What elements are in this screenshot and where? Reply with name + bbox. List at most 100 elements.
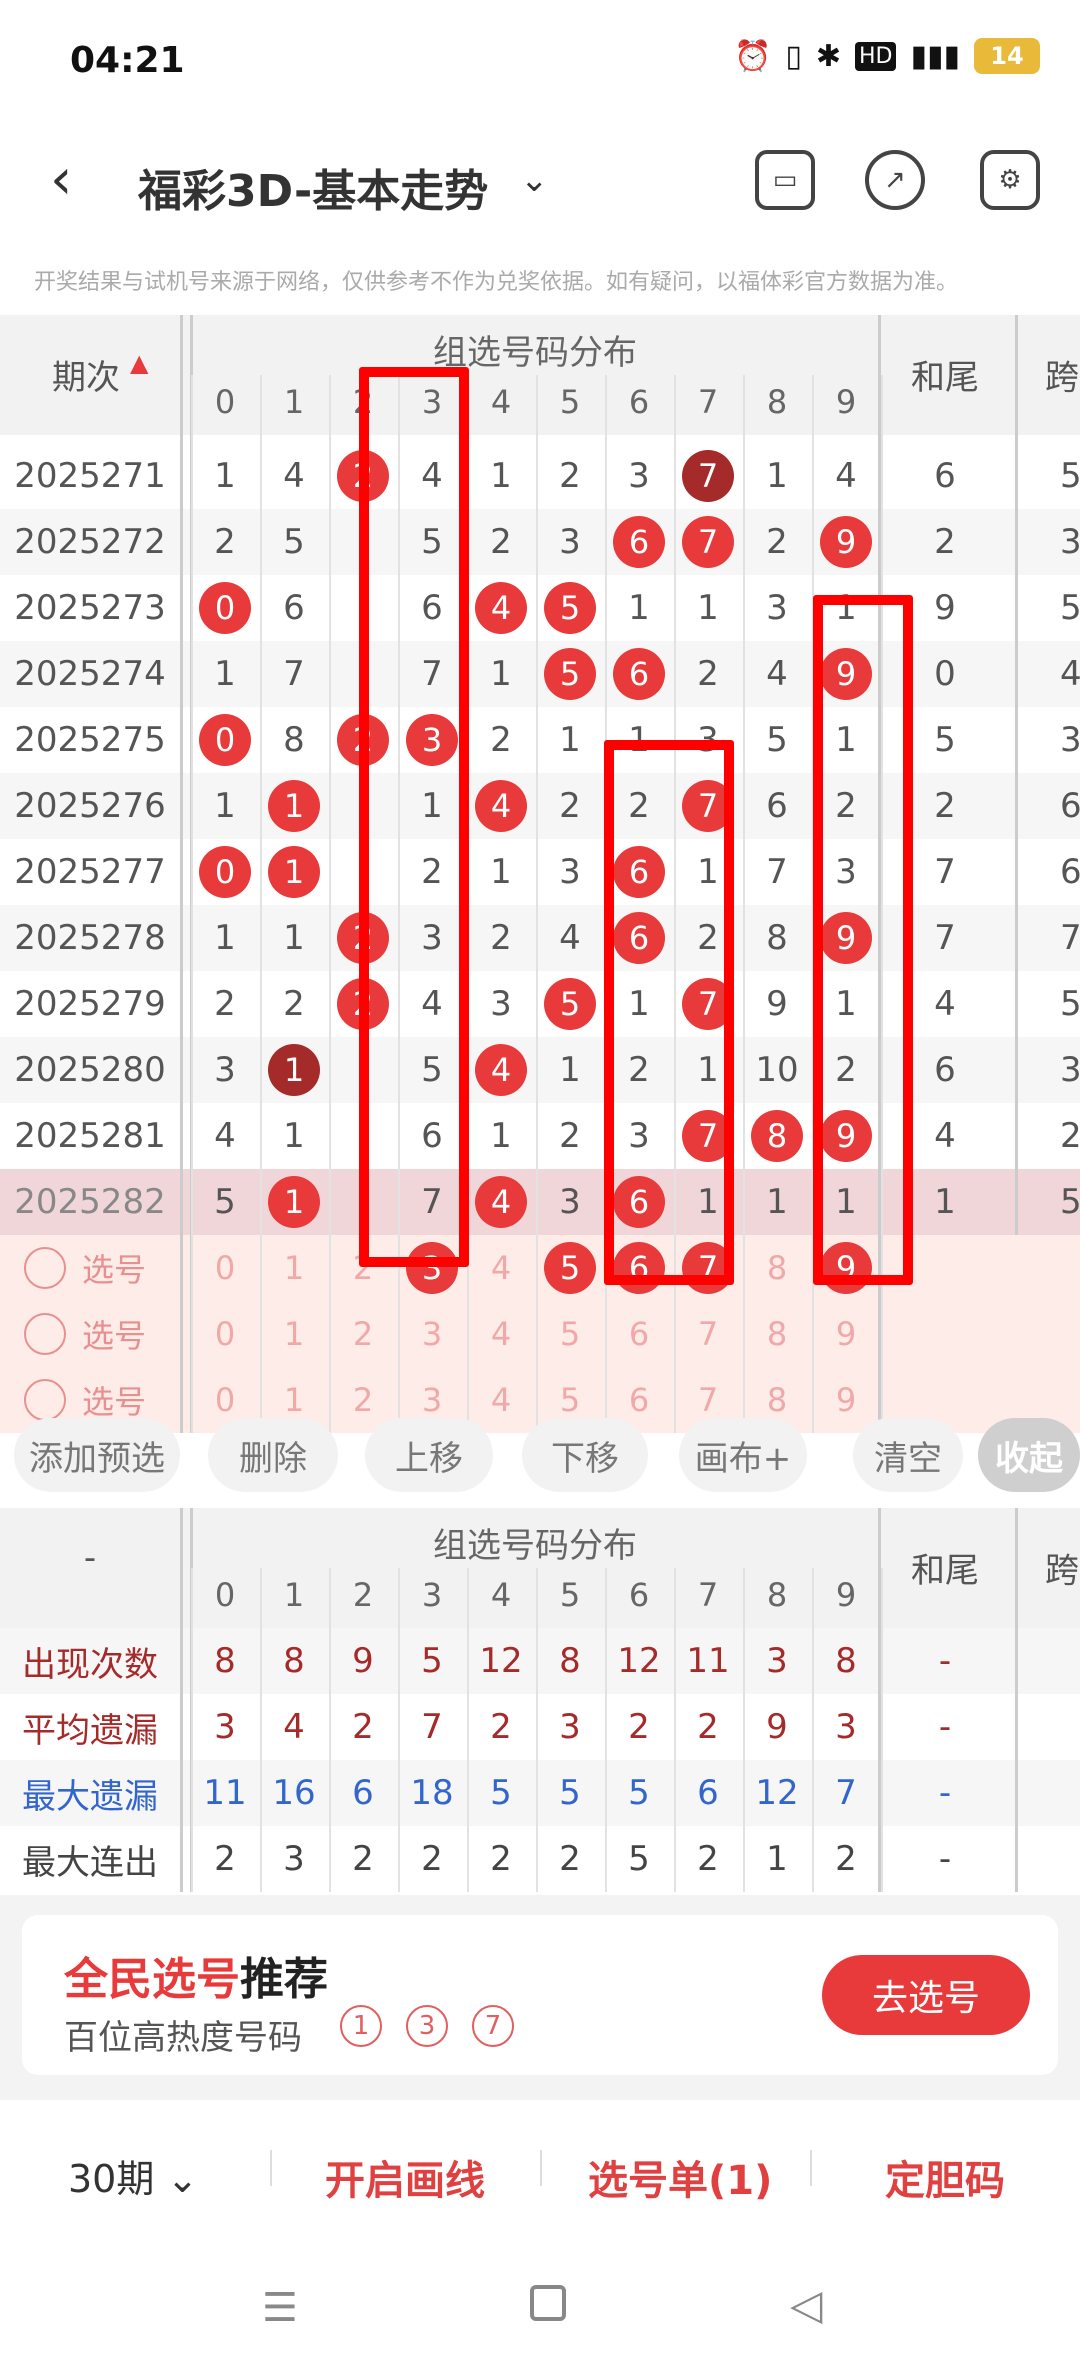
chevron-down-icon[interactable]: ⌄ — [520, 160, 549, 200]
digit-cell: 8 — [743, 1103, 812, 1169]
recommend-card: 全民选号推荐 百位高热度号码 137 去选号 — [22, 1915, 1058, 2075]
radio-icon[interactable] — [24, 1313, 66, 1355]
action-button[interactable]: 删除 — [208, 1418, 338, 1492]
back-icon[interactable]: ‹ — [50, 152, 72, 208]
stats-value: 2 — [490, 1707, 512, 1747]
pick-digit[interactable]: 9 — [812, 1301, 881, 1367]
stats-value: 5 — [559, 1773, 581, 1813]
pick-digit[interactable]: 4 — [467, 1301, 536, 1367]
settings-icon[interactable]: ⚙ — [980, 150, 1040, 210]
digit-header: 9 — [835, 1576, 857, 1614]
menu-icon[interactable]: ☰ — [262, 2285, 298, 2331]
span-value: 5 — [1060, 588, 1080, 628]
issue-number: 2025279 — [14, 984, 166, 1024]
issue-number: 2025282 — [14, 1182, 166, 1222]
chevron-down-icon: ⌄ — [166, 2157, 199, 2201]
stats-value: 6 — [352, 1773, 374, 1813]
pick-digit[interactable]: 5 — [536, 1301, 605, 1367]
home-icon[interactable] — [530, 2285, 566, 2321]
pick-digit[interactable]: 3 — [398, 1301, 467, 1367]
action-button[interactable]: 画布+ — [679, 1418, 807, 1492]
stats-label: 出现次数 — [22, 1644, 158, 1685]
back-nav-icon[interactable]: ◁ — [790, 2280, 822, 2329]
table-row[interactable]: 2025281 4 1 6 1 2 3 7 8 9 4 2 — [0, 1103, 1080, 1169]
pick-digit[interactable]: 0 — [191, 1235, 260, 1301]
table-row[interactable]: 2025278 1 1 2 3 2 4 6 2 8 9 7 7 — [0, 905, 1080, 971]
digit-cell: 0 — [191, 575, 260, 641]
digit-cell: 3 — [628, 456, 650, 496]
table-row[interactable]: 2025272 2 5 5 2 3 6 7 2 9 2 3 — [0, 509, 1080, 575]
stats-value: 6 — [697, 1773, 719, 1813]
pick-digit[interactable]: 2 — [329, 1301, 398, 1367]
action-button[interactable]: 下移 — [522, 1418, 648, 1492]
pick-digit[interactable]: 0 — [191, 1301, 260, 1367]
digit-cell: 5 — [536, 575, 605, 641]
pick-row[interactable]: 选号 0 1 2 3 4 5 6 7 8 9 — [0, 1301, 1080, 1367]
stats-value: 2 — [559, 1839, 581, 1879]
span-value: 7 — [1060, 918, 1080, 958]
number-ball: 0 — [199, 846, 251, 898]
device-switch-icon[interactable]: ▭ — [755, 150, 815, 210]
recommend-subtitle: 百位高热度号码 — [64, 2018, 302, 2058]
stats-tail: - — [938, 1641, 952, 1681]
table-row[interactable]: 2025271 1 4 2 4 1 2 3 7 1 4 6 5 — [0, 443, 1080, 509]
recommend-numbers: 137 — [340, 2005, 514, 2047]
table-row[interactable]: 2025274 1 7 7 1 5 6 2 4 9 0 4 — [0, 641, 1080, 707]
pick-digit[interactable]: 7 — [674, 1301, 743, 1367]
issue-number: 2025276 — [14, 786, 166, 826]
pick-label: 选号 — [82, 1251, 147, 1289]
trend-table: 期次 ▲ 组选号码分布 0 1 2 3 4 5 6 7 8 9 和尾跨 2025271 1 4 2 4 1 2 3 7 1 4 6… — [0, 315, 1080, 1433]
recommend-title-black: 推荐 — [240, 1954, 328, 2005]
issue-number: 2025274 — [14, 654, 166, 694]
stats-value: 2 — [214, 1839, 236, 1879]
pick-digit[interactable]: 5 — [536, 1235, 605, 1301]
stats-value: 9 — [352, 1641, 374, 1681]
period-select[interactable]: 30期 ⌄ — [68, 2148, 198, 2203]
table-row[interactable]: 2025276 1 1 1 4 2 2 7 6 2 2 6 — [0, 773, 1080, 839]
action-button[interactable]: 上移 — [365, 1418, 493, 1492]
pick-row[interactable]: 选号 0 1 2 3 4 5 6 7 8 9 — [0, 1235, 1080, 1301]
pick-digit[interactable]: 8 — [743, 1301, 812, 1367]
stats-value: 3 — [766, 1641, 788, 1681]
table-row[interactable]: 2025282 5 1 7 4 3 6 1 1 1 1 5 — [0, 1169, 1080, 1235]
stats-value: 4 — [283, 1707, 305, 1747]
table-row[interactable]: 2025273 0 6 6 4 5 1 1 3 1 9 5 — [0, 575, 1080, 641]
pick-digit[interactable]: 1 — [260, 1235, 329, 1301]
pick-list-button[interactable]: 选号单(1) — [588, 2148, 772, 2206]
pick-digit[interactable]: 8 — [743, 1235, 812, 1301]
table-row[interactable]: 2025280 3 1 5 4 1 2 1 10 2 6 3 — [0, 1037, 1080, 1103]
issue-number: 2025273 — [14, 588, 166, 628]
number-ball: 8 — [751, 1110, 803, 1162]
table-row[interactable]: 2025277 0 1 2 1 3 6 1 7 3 7 6 — [0, 839, 1080, 905]
digit-cell: 3 — [559, 852, 581, 892]
digit-cell: 2 — [490, 522, 512, 562]
draw-line-button[interactable]: 开启画线 — [325, 2148, 485, 2206]
pick-digit[interactable]: 6 — [605, 1301, 674, 1367]
col-issue-header[interactable]: 期次 — [52, 350, 120, 399]
number-ball: 1 — [268, 846, 320, 898]
annotation-box — [359, 367, 469, 1267]
action-button[interactable]: 添加预选 — [14, 1418, 180, 1492]
digit-cell: 7 — [674, 443, 743, 509]
share-icon[interactable]: ↗ — [865, 150, 925, 210]
table-row[interactable]: 2025275 0 8 2 3 2 1 1 3 5 1 5 3 — [0, 707, 1080, 773]
digit-cell: 1 — [214, 918, 236, 958]
page-title[interactable]: 福彩3D-基本走势 — [138, 155, 488, 219]
sort-icon[interactable]: ▲ — [130, 351, 148, 375]
digit-cell: 4 — [467, 1037, 536, 1103]
action-button[interactable]: 清空 — [853, 1418, 963, 1492]
number-ball: 1 — [268, 780, 320, 832]
divider — [810, 2150, 812, 2186]
digit-cell: 8 — [283, 720, 305, 760]
radio-icon[interactable] — [24, 1247, 66, 1289]
radio-icon[interactable] — [24, 1379, 66, 1421]
stats-value: 2 — [352, 1707, 374, 1747]
stats-value: 3 — [835, 1707, 857, 1747]
go-pick-button[interactable]: 去选号 — [822, 1955, 1030, 2035]
fixed-code-button[interactable]: 定胆码 — [885, 2148, 1005, 2206]
digit-cell: 4 — [835, 456, 857, 496]
table-row[interactable]: 2025279 2 2 2 4 3 5 1 7 9 1 4 5 — [0, 971, 1080, 1037]
action-button[interactable]: 收起 — [978, 1418, 1080, 1492]
pick-digit[interactable]: 1 — [260, 1301, 329, 1367]
pick-digit[interactable]: 4 — [467, 1235, 536, 1301]
